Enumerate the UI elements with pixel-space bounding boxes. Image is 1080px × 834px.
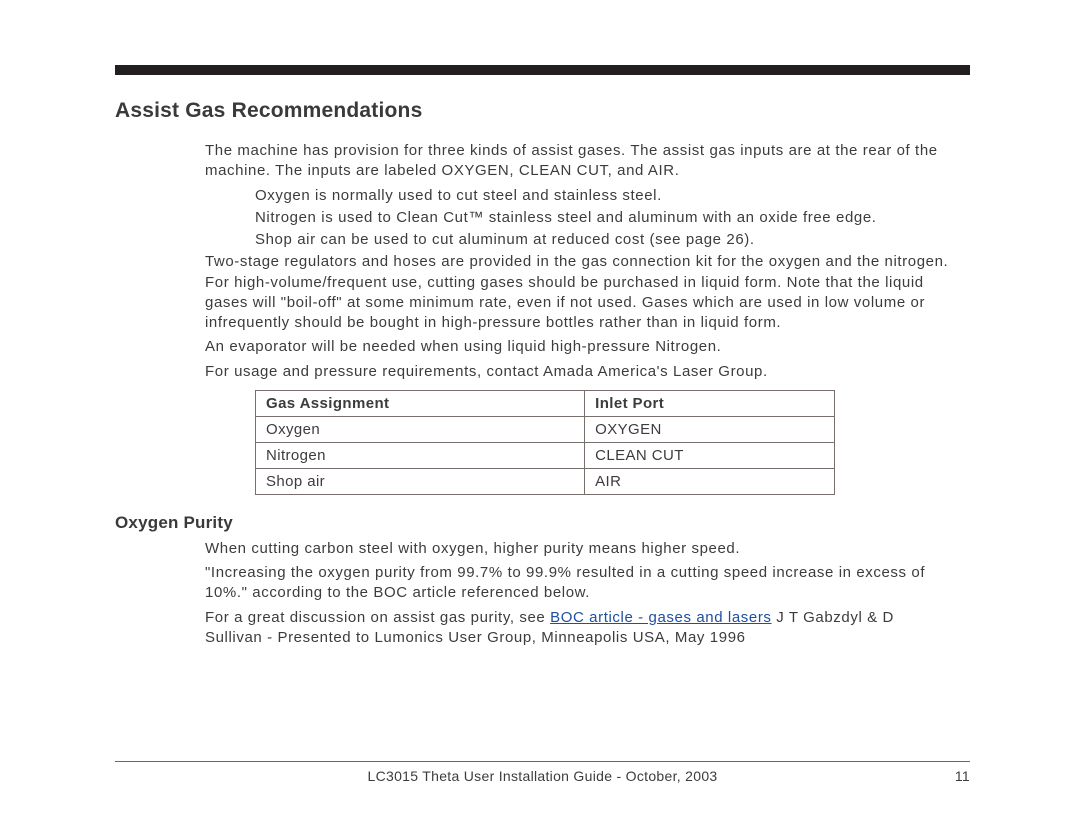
footer-title: LC3015 Theta User Installation Guide - O…: [115, 768, 930, 784]
oxygen-block: When cutting carbon steel with oxygen, h…: [205, 539, 950, 648]
bullet-line: Nitrogen is used to Clean Cut™ stainless…: [255, 208, 950, 228]
paragraph: Two-stage regulators and hoses are provi…: [205, 252, 950, 333]
table-row: Shop air AIR: [256, 468, 835, 494]
col-header-gas: Gas Assignment: [256, 390, 585, 416]
cell-gas: Oxygen: [256, 416, 585, 442]
col-header-port: Inlet Port: [585, 390, 835, 416]
footer-rule: [115, 761, 970, 762]
paragraph: An evaporator will be needed when using …: [205, 337, 950, 357]
table-row: Oxygen OXYGEN: [256, 416, 835, 442]
subsection-heading: Oxygen Purity: [115, 513, 970, 533]
boc-article-link[interactable]: BOC article - gases and lasers: [550, 609, 771, 626]
text: For a great discussion on assist gas pur…: [205, 609, 550, 626]
paragraph: "Increasing the oxygen purity from 99.7%…: [205, 563, 950, 604]
page-footer: LC3015 Theta User Installation Guide - O…: [115, 761, 970, 784]
intro-block: The machine has provision for three kind…: [205, 141, 950, 382]
paragraph: For usage and pressure requirements, con…: [205, 362, 950, 382]
paragraph: The machine has provision for three kind…: [205, 141, 950, 182]
cell-gas: Nitrogen: [256, 442, 585, 468]
bullet-line: Shop air can be used to cut aluminum at …: [255, 230, 950, 250]
paragraph: For a great discussion on assist gas pur…: [205, 608, 950, 649]
paragraph: When cutting carbon steel with oxygen, h…: [205, 539, 950, 559]
cell-port: CLEAN CUT: [585, 442, 835, 468]
cell-port: AIR: [585, 468, 835, 494]
document-page: Assist Gas Recommendations The machine h…: [0, 0, 1080, 834]
bullet-line: Oxygen is normally used to cut steel and…: [255, 186, 950, 206]
gas-assignment-table: Gas Assignment Inlet Port Oxygen OXYGEN …: [255, 390, 835, 495]
table-row: Nitrogen CLEAN CUT: [256, 442, 835, 468]
section-heading: Assist Gas Recommendations: [115, 99, 970, 123]
table-header-row: Gas Assignment Inlet Port: [256, 390, 835, 416]
footer-page-number: 11: [930, 768, 970, 784]
gas-table-wrap: Gas Assignment Inlet Port Oxygen OXYGEN …: [255, 390, 970, 495]
cell-port: OXYGEN: [585, 416, 835, 442]
cell-gas: Shop air: [256, 468, 585, 494]
top-rule: [115, 65, 970, 75]
